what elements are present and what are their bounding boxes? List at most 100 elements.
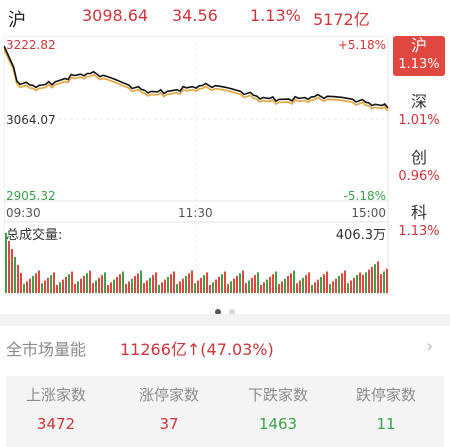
volume-bar xyxy=(365,272,367,293)
volume-bar xyxy=(197,280,199,293)
volume-bar xyxy=(236,276,238,293)
market-energy-label: 全市场量能 xyxy=(6,340,87,359)
volume-bar xyxy=(188,273,190,293)
volume-bar xyxy=(386,268,388,293)
volume-bar xyxy=(185,276,187,293)
volume-bar xyxy=(83,276,85,293)
tab-sh-pct: 1.13% xyxy=(398,57,440,72)
volume-bar xyxy=(38,270,40,293)
tab-kc-pct: 1.13% xyxy=(398,224,440,239)
volume-bar xyxy=(182,278,184,293)
volume-bar xyxy=(56,285,58,293)
chevron-right-icon[interactable]: › xyxy=(426,336,433,357)
volume-bar xyxy=(194,283,196,293)
volume-bar xyxy=(269,276,271,293)
volume-bar xyxy=(122,271,124,293)
volume-bar xyxy=(221,274,223,293)
volume-bar xyxy=(107,285,109,293)
volume-bar xyxy=(347,283,349,293)
intraday-chart[interactable]: 3222.82 3064.07 2905.32 +5.18% -5.18% 09… xyxy=(3,35,390,296)
volume-bar xyxy=(158,285,160,293)
volume-bar xyxy=(317,279,319,293)
volume-bar xyxy=(14,257,16,293)
volume-bar xyxy=(17,265,19,293)
volume-bar xyxy=(44,280,46,293)
volume-bar xyxy=(368,269,370,293)
volume-bar xyxy=(71,271,73,293)
tab-cy-pct: 0.96% xyxy=(398,169,440,184)
stat-up: 上涨家数 3472 xyxy=(6,386,106,434)
volume-bar xyxy=(50,275,52,293)
volume-bar xyxy=(137,273,139,293)
breadth-stats: 上涨家数 3472 涨停家数 37 下跌家数 1463 跌停家数 11 xyxy=(6,376,444,447)
tab-sz-name: 深 xyxy=(410,92,427,111)
volume-bar xyxy=(98,277,100,293)
volume-bar xyxy=(68,274,70,293)
volume-bar xyxy=(320,276,322,293)
stat-limit-down-value: 11 xyxy=(376,415,396,433)
volume-bar xyxy=(47,277,49,293)
volume-bar xyxy=(89,270,91,293)
stat-up-label: 上涨家数 xyxy=(25,386,86,404)
volume-bar xyxy=(155,272,157,293)
volume-bar xyxy=(245,283,247,293)
volume-bar xyxy=(143,283,145,293)
volume-bar xyxy=(209,285,211,293)
tab-cy[interactable]: 创 0.96% xyxy=(393,148,445,188)
stat-down-label: 下跌家数 xyxy=(247,386,308,404)
volume-bar xyxy=(248,280,250,293)
volume-bar xyxy=(377,261,379,293)
volume-bar xyxy=(170,274,172,293)
volume-bar xyxy=(275,271,277,293)
volume-bar xyxy=(59,282,61,293)
volume-bar xyxy=(53,272,55,293)
stat-limit-down-label: 跌停家数 xyxy=(355,386,416,404)
tab-kc[interactable]: 科 1.13% xyxy=(393,203,445,243)
tab-sz[interactable]: 深 1.01% xyxy=(393,92,445,132)
volume-bar xyxy=(311,285,313,293)
volume-bar xyxy=(11,249,13,293)
pct-bottom-label: -5.18% xyxy=(343,189,386,203)
volume-bar xyxy=(356,275,358,293)
volume-bar xyxy=(239,273,241,293)
volume-bar xyxy=(302,277,304,293)
volume-bar xyxy=(206,272,208,293)
volume-bar xyxy=(92,283,94,293)
tab-cy-name: 创 xyxy=(410,148,427,167)
volume-bar xyxy=(281,281,283,293)
volume-bar xyxy=(233,278,235,293)
volume-bar xyxy=(284,278,286,293)
volume-bar xyxy=(125,284,127,293)
index-price: 3098.64 xyxy=(82,6,149,25)
tab-sh-name: 沪 xyxy=(410,36,427,55)
volume-bar xyxy=(191,270,193,293)
volume-bar xyxy=(329,284,331,293)
tab-sh[interactable]: 沪 1.13% xyxy=(393,36,445,76)
volume-bar xyxy=(131,278,133,293)
stat-down-value: 1463 xyxy=(258,415,298,433)
volume-bar xyxy=(62,279,64,293)
volume-bar xyxy=(350,280,352,293)
index-change: 34.56 xyxy=(172,6,218,25)
volume-bar xyxy=(371,266,373,293)
volume-bar xyxy=(203,275,205,293)
volume-bar xyxy=(230,281,232,293)
volume-bar xyxy=(152,275,154,293)
volume-bar xyxy=(332,281,334,293)
volume-bar xyxy=(224,271,226,293)
volume-bar xyxy=(212,282,214,293)
volume-bar xyxy=(251,277,253,293)
tab-kc-name: 科 xyxy=(410,203,427,222)
volume-bar xyxy=(227,284,229,293)
volume-bar xyxy=(287,276,289,293)
volume-bar xyxy=(215,279,217,293)
stat-limit-up-label: 涨停家数 xyxy=(138,386,199,404)
time-start-label: 09:30 xyxy=(6,206,41,220)
volume-bar xyxy=(113,279,115,293)
market-name: 沪 xyxy=(8,10,26,31)
volume-bar xyxy=(323,274,325,293)
stat-limit-up: 涨停家数 37 xyxy=(119,386,219,434)
volume-bar xyxy=(326,271,328,293)
volume-bar xyxy=(104,272,106,293)
volume-bar xyxy=(254,275,256,293)
